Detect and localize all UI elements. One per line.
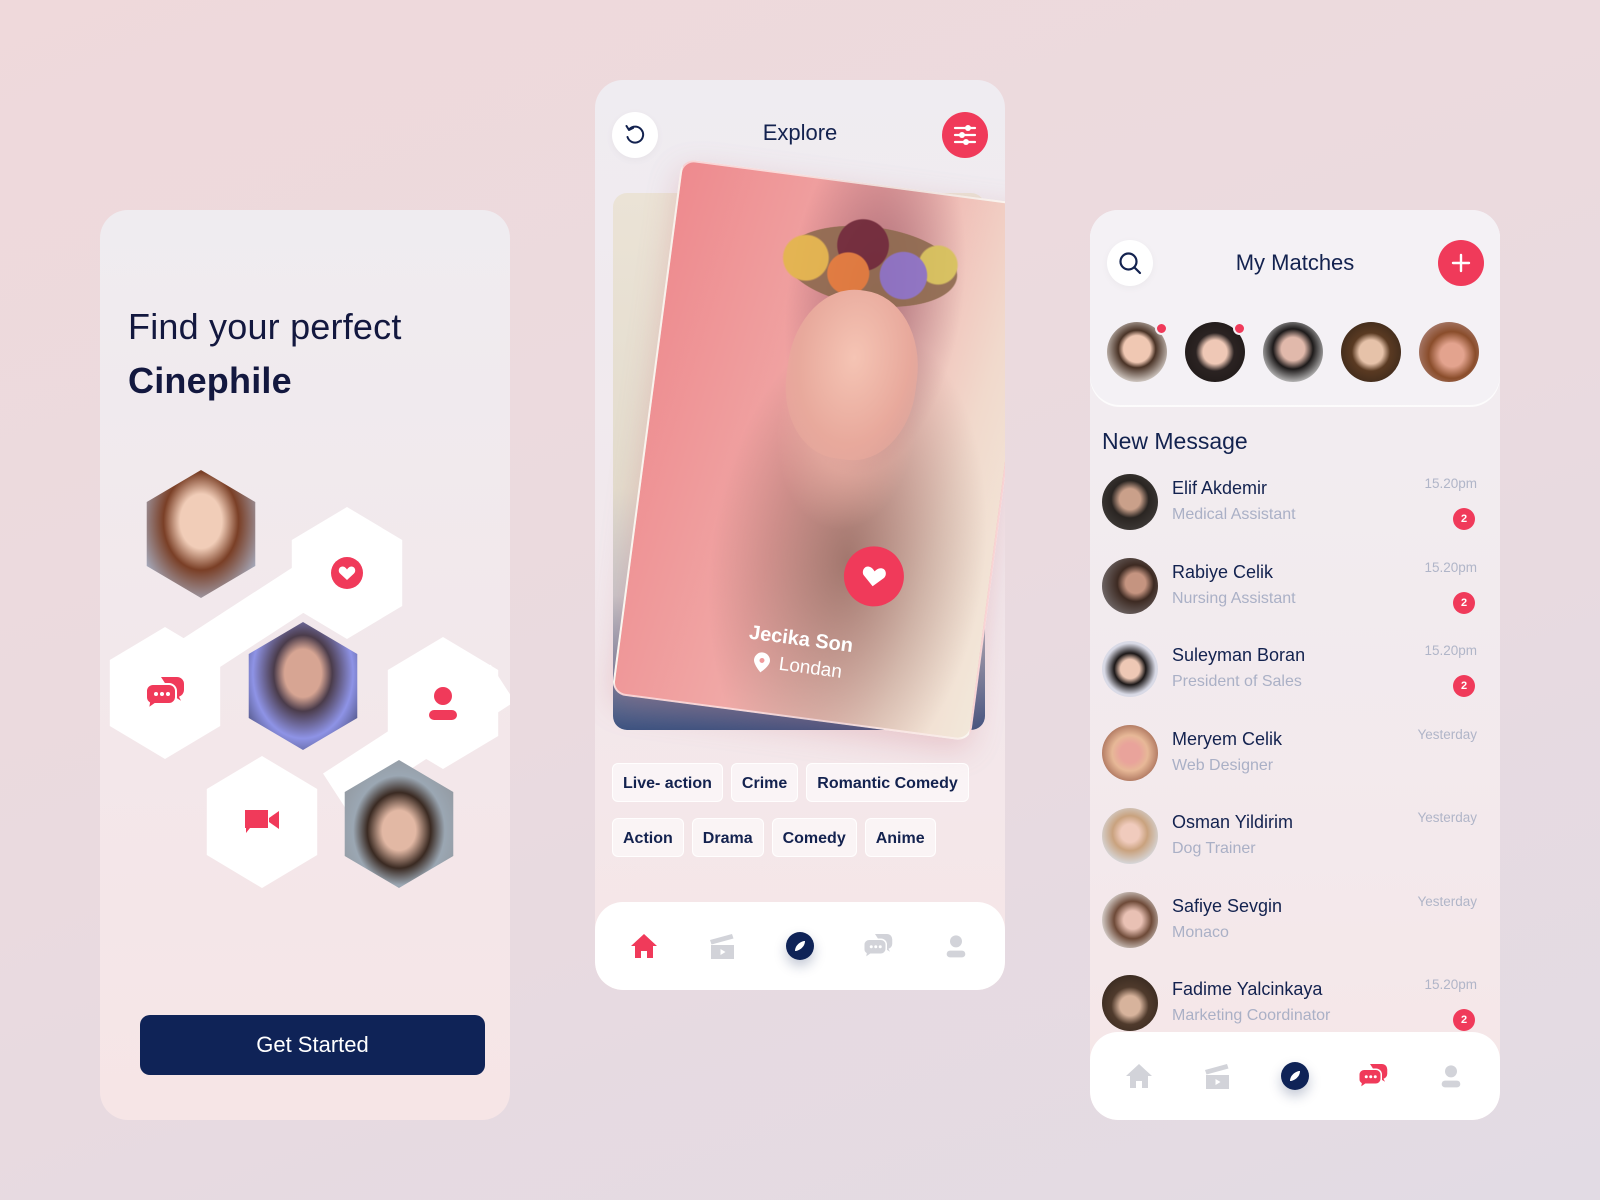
message-list: Elif Akdemir Medical Assistant 15.20pm 2 …	[1102, 472, 1477, 1057]
plus-icon	[1451, 253, 1471, 273]
refresh-icon	[625, 125, 645, 144]
search-icon	[1119, 252, 1142, 275]
clapperboard-icon	[1205, 1064, 1229, 1089]
explore-title: Explore	[762, 120, 838, 145]
genre-tag[interactable]: Live- action	[612, 763, 723, 802]
video-camera-icon	[245, 810, 279, 833]
feature-hexagon-video	[206, 756, 318, 888]
bottom-nav	[595, 902, 1005, 990]
onboarding-screen: Find your perfect Cinephile Get Started	[100, 210, 510, 1120]
nav-explore[interactable]	[1275, 1056, 1315, 1096]
add-match-button[interactable]	[1438, 240, 1484, 286]
genre-tag-row: Action Drama Comedy Anime	[612, 818, 992, 857]
filter-sliders-icon	[953, 125, 977, 145]
home-icon	[1126, 1064, 1152, 1088]
message-time: 15.20pm	[1424, 643, 1477, 658]
avatar	[1102, 641, 1158, 697]
hexagon-collage	[100, 470, 510, 910]
search-button[interactable]	[1107, 240, 1153, 286]
message-time: 15.20pm	[1424, 476, 1477, 491]
match-story-avatar[interactable]	[1341, 322, 1401, 382]
genre-tag-row: Live- action Crime Romantic Comedy	[612, 763, 992, 802]
unread-dot	[1233, 322, 1246, 335]
clapperboard-icon	[710, 934, 734, 959]
onboarding-title: Find your perfect Cinephile	[128, 306, 402, 401]
message-item[interactable]: Rabiye Celik Nursing Assistant 15.20pm 2	[1102, 556, 1477, 640]
nav-profile[interactable]	[1431, 1056, 1471, 1096]
avatar	[1102, 808, 1158, 864]
match-story-avatar[interactable]	[1107, 322, 1168, 382]
nav-chat[interactable]	[858, 926, 898, 966]
user-icon	[429, 687, 457, 720]
genre-tag[interactable]: Action	[612, 818, 684, 857]
chat-bubbles-icon	[863, 934, 893, 960]
nav-explore[interactable]	[780, 926, 820, 966]
message-item[interactable]: Suleyman Boran President of Sales 15.20pm…	[1102, 639, 1477, 723]
user-icon	[946, 935, 966, 958]
message-item[interactable]: Meryem Celik Web Designer Yesterday	[1102, 723, 1477, 807]
refresh-button[interactable]	[612, 112, 658, 158]
new-message-heading: New Message	[1102, 428, 1248, 454]
matches-header-panel: My Matches	[1090, 210, 1500, 405]
unread-badge: 2	[1453, 1009, 1475, 1031]
explore-screen: Explore Jecika Son Londan Live- action C…	[595, 80, 1005, 990]
filter-button[interactable]	[942, 112, 988, 158]
message-time: Yesterday	[1417, 726, 1477, 742]
avatar	[1102, 557, 1158, 614]
nav-movies[interactable]	[1197, 1056, 1237, 1096]
avatar	[1102, 724, 1158, 781]
genre-tag[interactable]: Comedy	[771, 818, 857, 857]
heart-icon	[331, 557, 363, 589]
message-time: 15.20pm	[1424, 977, 1477, 992]
location-pin-icon	[754, 652, 771, 673]
compass-icon	[1281, 1062, 1309, 1090]
matches-title: My Matches	[1235, 250, 1355, 275]
profile-photo-hexagon	[146, 470, 256, 598]
bottom-nav	[1090, 1032, 1500, 1120]
nav-chat[interactable]	[1353, 1056, 1393, 1096]
feature-hexagon-like	[291, 507, 403, 639]
message-time: Yesterday	[1417, 810, 1477, 825]
message-item[interactable]: Osman Yildirim Dog Trainer Yesterday	[1102, 806, 1477, 890]
avatar	[1102, 891, 1158, 948]
genre-tag[interactable]: Crime	[730, 763, 799, 802]
profile-photo-hexagon	[248, 622, 358, 750]
profile-card[interactable]: Jecika Son Londan	[611, 158, 1005, 742]
nav-home[interactable]	[624, 926, 664, 966]
message-time: 15.20pm	[1424, 559, 1477, 575]
matches-screen: My Matches New Message Elif Akdemir Medic…	[1090, 210, 1500, 1120]
genre-tags: Live- action Crime Romantic Comedy Actio…	[612, 763, 992, 873]
message-item[interactable]: Elif Akdemir Medical Assistant 15.20pm 2	[1102, 472, 1477, 556]
nav-movies[interactable]	[702, 926, 742, 966]
genre-tag[interactable]: Anime	[864, 818, 936, 857]
unread-badge: 2	[1453, 508, 1475, 530]
nav-profile[interactable]	[936, 926, 976, 966]
get-started-button[interactable]: Get Started	[140, 1015, 485, 1075]
avatar	[1102, 474, 1158, 530]
match-story-avatar[interactable]	[1185, 322, 1246, 382]
avatar	[1102, 975, 1158, 1031]
chat-bubbles-icon	[145, 677, 184, 711]
unread-badge: 2	[1453, 591, 1475, 614]
match-story-avatar[interactable]	[1419, 322, 1479, 382]
chat-bubbles-icon	[1358, 1064, 1388, 1090]
like-button[interactable]	[840, 542, 908, 610]
heart-icon	[862, 566, 886, 587]
genre-tag[interactable]: Drama	[691, 818, 764, 857]
unread-badge: 2	[1453, 675, 1475, 697]
compass-icon	[786, 932, 814, 960]
nav-home[interactable]	[1119, 1056, 1159, 1096]
genre-tag[interactable]: Romantic Comedy	[806, 763, 969, 802]
unread-dot	[1155, 322, 1168, 335]
home-icon	[631, 934, 657, 958]
message-time: Yesterday	[1417, 893, 1477, 909]
match-story-avatar[interactable]	[1263, 322, 1323, 382]
user-icon	[1441, 1065, 1461, 1088]
message-item[interactable]: Safiye Sevgin Monaco Yesterday	[1102, 890, 1477, 974]
